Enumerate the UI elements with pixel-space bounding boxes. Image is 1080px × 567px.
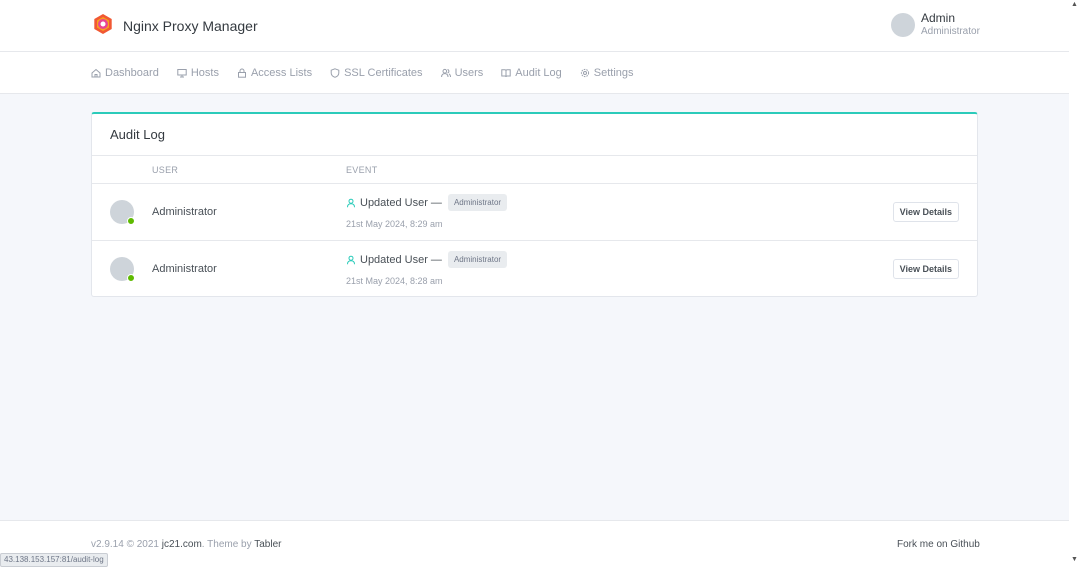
table-header: USER EVENT: [92, 156, 977, 184]
online-status-dot: [127, 217, 135, 225]
nav-label: Dashboard: [105, 66, 159, 79]
user-role: Administrator: [921, 26, 980, 37]
scroll-down-arrow-icon[interactable]: ▼: [1071, 556, 1078, 563]
user-info: Admin Administrator: [921, 12, 980, 38]
avatar: [891, 13, 915, 37]
settings-icon: [580, 68, 589, 77]
company-link[interactable]: jc21.com: [162, 539, 202, 550]
view-details-button[interactable]: View Details: [892, 259, 959, 279]
table-row: Administrator Updated User — Administrat…: [92, 184, 977, 241]
footer-credits: v2.9.14 © 2021 jc21.com. Theme by Tabler: [91, 539, 281, 550]
nav-label: Access Lists: [250, 66, 313, 79]
app-title: Nginx Proxy Manager: [123, 17, 258, 34]
user-name: Admin: [921, 11, 956, 25]
users-icon: [440, 68, 451, 77]
row-user: Administrator: [152, 206, 217, 218]
event-tag: Administrator: [447, 251, 508, 268]
nav-label: Users: [454, 66, 484, 79]
avatar: [110, 200, 135, 225]
nav-label: SSL Certificates: [344, 66, 423, 79]
user-icon: [347, 198, 355, 207]
nav-item-ssl-certificates[interactable]: SSL Certificates: [330, 66, 423, 79]
column-header-user: USER: [152, 165, 179, 175]
home-icon: [91, 68, 101, 77]
event-tag: Administrator: [447, 194, 508, 211]
main-nav: Dashboard Hosts Access Lists SSL Certifi…: [0, 52, 1069, 94]
card-header: Audit Log: [92, 114, 977, 156]
nav-item-audit-log[interactable]: Audit Log: [501, 66, 562, 79]
event-text: Updated User —: [360, 253, 442, 266]
github-fork-link[interactable]: Fork me on Github: [897, 539, 980, 550]
event-date: 21st May 2024, 8:28 am: [346, 276, 443, 286]
nav-item-hosts[interactable]: Hosts: [177, 67, 219, 79]
row-event: Updated User — Administrator 21st May 20…: [346, 194, 508, 229]
brand[interactable]: Nginx Proxy Manager: [92, 13, 258, 38]
shield-icon: [330, 67, 340, 78]
nav-label: Settings: [593, 66, 634, 79]
header: Nginx Proxy Manager Admin Administrator: [0, 0, 1069, 52]
nav-label: Hosts: [190, 66, 219, 79]
online-status-dot: [127, 274, 135, 282]
row-event: Updated User — Administrator 21st May 20…: [346, 251, 508, 286]
row-user: Administrator: [152, 263, 217, 275]
table-row: Administrator Updated User — Administrat…: [92, 241, 977, 298]
event-text: Updated User —: [360, 196, 442, 209]
theme-link[interactable]: Tabler: [254, 539, 281, 550]
lock-icon: [237, 68, 246, 78]
nav-label: Audit Log: [515, 66, 562, 79]
avatar: [110, 257, 135, 282]
event-date: 21st May 2024, 8:29 am: [346, 219, 443, 229]
status-bar-url: 43.138.153.157:81/audit-log: [0, 553, 108, 567]
audit-log-card: Audit Log USER EVENT Administrator Updat…: [91, 112, 978, 297]
column-header-event: EVENT: [346, 165, 378, 175]
nav-item-users[interactable]: Users: [440, 66, 484, 79]
book-icon: [501, 68, 511, 77]
view-details-button[interactable]: View Details: [892, 202, 959, 222]
scroll-up-arrow-icon[interactable]: ▲: [1071, 1, 1078, 8]
scrollbar[interactable]: ▲ ▼: [1069, 0, 1080, 567]
user-menu[interactable]: Admin Administrator: [891, 12, 980, 38]
nginx-proxy-manager-logo-icon: [92, 13, 114, 38]
version-text: v2.9.14 © 2021: [91, 539, 159, 550]
nav-item-access-lists[interactable]: Access Lists: [237, 67, 312, 79]
page: Nginx Proxy Manager Admin Administrator …: [0, 0, 1069, 567]
monitor-icon: [177, 68, 187, 77]
nav-item-dashboard[interactable]: Dashboard: [91, 67, 159, 79]
footer: v2.9.14 © 2021 jc21.com. Theme by Tabler…: [0, 520, 1069, 567]
card-title: Audit Log: [110, 127, 165, 142]
theme-prefix: . Theme by: [201, 539, 252, 550]
user-icon: [347, 255, 355, 264]
nav-item-settings[interactable]: Settings: [580, 67, 634, 79]
